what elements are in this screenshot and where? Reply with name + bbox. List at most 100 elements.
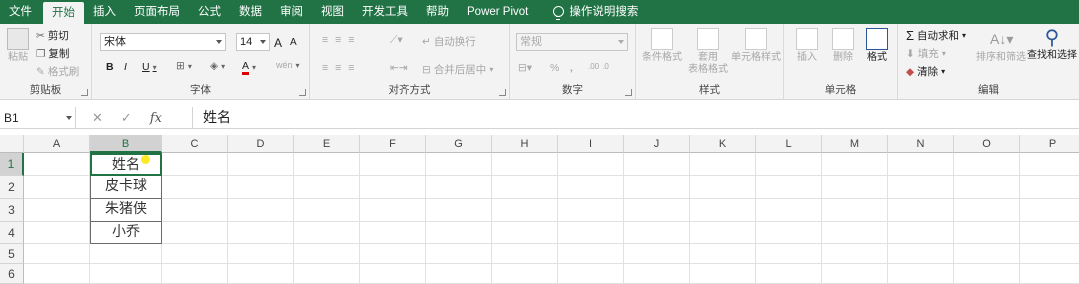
tab-data[interactable]: 数据 <box>230 0 271 24</box>
column-header-j[interactable]: J <box>624 135 690 153</box>
cell[interactable] <box>24 176 90 199</box>
alignment-launcher-icon[interactable] <box>499 89 506 96</box>
copy-button[interactable]: ❐ 复制 <box>36 46 69 61</box>
cell[interactable] <box>624 222 690 244</box>
cell[interactable] <box>294 244 360 264</box>
cell[interactable] <box>1020 176 1079 199</box>
cell[interactable] <box>954 153 1020 176</box>
format-as-table-button[interactable]: 套用 表格格式 <box>686 28 730 76</box>
cell[interactable] <box>756 244 822 264</box>
tab-file[interactable]: 文件 <box>0 0 41 24</box>
number-launcher-icon[interactable] <box>625 89 632 96</box>
cell[interactable] <box>24 153 90 176</box>
cell[interactable] <box>492 199 558 222</box>
decimal-buttons[interactable]: .00.0 <box>588 62 609 71</box>
cell[interactable] <box>1020 199 1079 222</box>
formula-input[interactable]: 姓名 <box>192 107 1079 129</box>
column-header-b[interactable]: B <box>90 135 162 153</box>
cell[interactable] <box>294 222 360 244</box>
cell[interactable] <box>690 264 756 284</box>
row-header-5[interactable]: 5 <box>0 244 24 264</box>
cell[interactable] <box>1020 153 1079 176</box>
cell[interactable] <box>426 199 492 222</box>
clear-button[interactable]: ◆ 清除 ▾ <box>906 64 945 79</box>
cell-b2[interactable]: 皮卡球 <box>90 176 162 199</box>
cell[interactable] <box>888 153 954 176</box>
cell[interactable] <box>426 153 492 176</box>
cell[interactable] <box>624 176 690 199</box>
column-header-l[interactable]: L <box>756 135 822 153</box>
cell[interactable] <box>426 176 492 199</box>
column-header-a[interactable]: A <box>24 135 90 153</box>
cell[interactable] <box>492 153 558 176</box>
cell[interactable] <box>162 199 228 222</box>
font-name-select[interactable]: 宋体 <box>100 33 226 51</box>
cell[interactable] <box>690 244 756 264</box>
tab-insert[interactable]: 插入 <box>84 0 125 24</box>
column-header-p[interactable]: P <box>1020 135 1079 153</box>
cell[interactable] <box>492 222 558 244</box>
tab-review[interactable]: 审阅 <box>271 0 312 24</box>
column-header-k[interactable]: K <box>690 135 756 153</box>
cell[interactable] <box>492 264 558 284</box>
name-box[interactable]: B1 <box>0 107 76 129</box>
fill-button[interactable]: ⬇ 填充 ▾ <box>906 46 946 61</box>
cell[interactable] <box>690 199 756 222</box>
paste-button[interactable]: 粘贴 <box>4 28 32 64</box>
cell[interactable] <box>558 176 624 199</box>
cell[interactable] <box>888 264 954 284</box>
cell[interactable] <box>90 244 162 264</box>
cell[interactable] <box>426 222 492 244</box>
shrink-font-button[interactable]: A <box>290 37 297 48</box>
cell[interactable] <box>954 222 1020 244</box>
tab-help[interactable]: 帮助 <box>417 0 458 24</box>
cell-b3[interactable]: 朱猪侠 <box>90 199 162 222</box>
delete-cells-button[interactable]: 删除 <box>826 28 860 64</box>
cell[interactable] <box>888 199 954 222</box>
cell[interactable] <box>228 222 294 244</box>
cell[interactable] <box>888 176 954 199</box>
cell-b4[interactable]: 小乔 <box>90 222 162 244</box>
format-cells-button[interactable]: 格式 <box>860 28 894 64</box>
font-color-button[interactable]: A ▾ <box>242 60 256 75</box>
column-header-f[interactable]: F <box>360 135 426 153</box>
cell[interactable] <box>162 264 228 284</box>
cell[interactable] <box>954 264 1020 284</box>
tell-me-search[interactable]: 操作说明搜索 <box>543 0 647 24</box>
font-launcher-icon[interactable] <box>299 89 306 96</box>
cell[interactable] <box>624 199 690 222</box>
cell[interactable] <box>360 244 426 264</box>
cell[interactable] <box>954 244 1020 264</box>
wrap-text-button[interactable]: ↵ 自动换行 <box>422 34 476 49</box>
tab-view[interactable]: 视图 <box>312 0 353 24</box>
clipboard-launcher-icon[interactable] <box>81 89 88 96</box>
cell[interactable] <box>162 244 228 264</box>
italic-button[interactable]: I <box>124 61 127 73</box>
vertical-align-buttons[interactable]: ≡ ≡ ≡ <box>322 34 358 46</box>
column-header-d[interactable]: D <box>228 135 294 153</box>
cell[interactable] <box>24 264 90 284</box>
cell[interactable] <box>822 199 888 222</box>
cell[interactable] <box>162 222 228 244</box>
cell[interactable] <box>756 153 822 176</box>
cell[interactable] <box>558 199 624 222</box>
cell[interactable] <box>294 264 360 284</box>
cell[interactable] <box>228 176 294 199</box>
column-header-c[interactable]: C <box>162 135 228 153</box>
cell[interactable] <box>294 199 360 222</box>
tab-developer[interactable]: 开发工具 <box>353 0 417 24</box>
cell[interactable] <box>24 222 90 244</box>
cell[interactable] <box>954 176 1020 199</box>
cell[interactable] <box>756 222 822 244</box>
enter-icon[interactable]: ✓ <box>121 110 132 126</box>
cell[interactable] <box>690 153 756 176</box>
column-header-o[interactable]: O <box>954 135 1020 153</box>
comma-button[interactable]: , <box>570 62 573 74</box>
cell[interactable] <box>24 199 90 222</box>
row-header-4[interactable]: 4 <box>0 222 24 244</box>
phonetic-button[interactable]: wén ▾ <box>276 60 300 70</box>
cell[interactable] <box>162 153 228 176</box>
cell[interactable] <box>360 153 426 176</box>
cell[interactable] <box>162 176 228 199</box>
cell[interactable] <box>360 199 426 222</box>
